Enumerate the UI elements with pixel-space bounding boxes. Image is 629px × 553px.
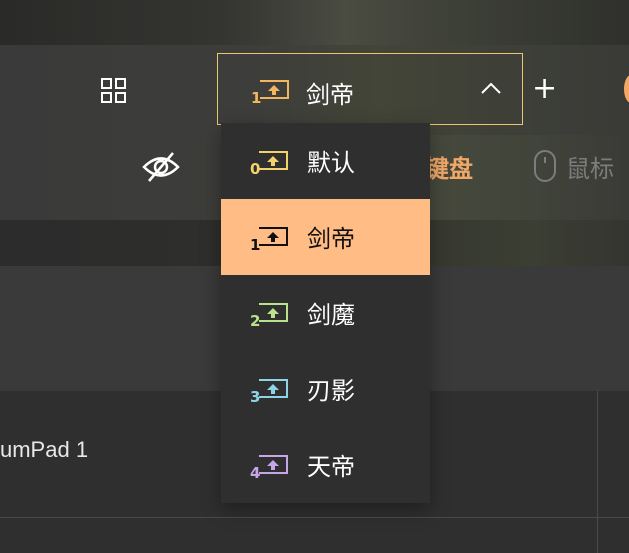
key-binding-label[interactable]: umPad 1 (0, 437, 88, 463)
profile-option[interactable]: 3 刃影 (221, 351, 430, 427)
profile-option-label: 默认 (307, 149, 355, 177)
grid-icon (101, 78, 126, 103)
profile-upload-icon: 4 (249, 451, 289, 485)
profile-upload-icon: 1 (250, 76, 290, 110)
profile-number: 1 (250, 236, 260, 253)
tab-mouse-label: 鼠标 (566, 155, 614, 183)
profile-selector[interactable]: 1 剑帝 (217, 53, 523, 125)
tab-keyboard[interactable]: 键盘 (425, 149, 473, 184)
profile-upload-icon: 3 (249, 375, 289, 409)
profile-number: 0 (250, 160, 260, 177)
tab-mouse[interactable]: 鼠标 (533, 149, 614, 183)
profile-option-label: 剑帝 (307, 225, 355, 253)
profile-upload-icon: 1 (249, 223, 289, 257)
grid-view-button[interactable] (99, 76, 129, 106)
profile-upload-icon: 0 (249, 147, 289, 181)
profile-option-label: 刃影 (307, 377, 355, 405)
profile-dropdown: 0 默认 1 剑帝 2 剑魔 3 刃影 4 天帝 (221, 123, 430, 503)
profile-option-label: 天帝 (307, 453, 355, 481)
profile-option-label: 剑魔 (307, 301, 355, 329)
profile-name: 剑帝 (306, 81, 354, 109)
profile-option[interactable]: 2 剑魔 (221, 275, 430, 351)
profile-number: 3 (250, 388, 260, 405)
profile-option[interactable]: 0 默认 (221, 123, 430, 199)
chevron-up-icon (480, 80, 502, 100)
add-profile-button[interactable]: + (532, 74, 557, 104)
row-divider (0, 517, 629, 518)
profile-option[interactable]: 4 天帝 (221, 427, 430, 503)
game-background (0, 0, 629, 45)
profile-number: 2 (250, 312, 260, 329)
profile-number: 4 (250, 464, 260, 481)
profile-upload-icon: 2 (249, 299, 289, 333)
column-divider (597, 391, 598, 553)
visibility-toggle-button[interactable] (141, 150, 181, 188)
profile-option[interactable]: 1 剑帝 (221, 199, 430, 275)
mouse-icon (534, 150, 556, 182)
eye-off-icon (142, 152, 180, 182)
profile-number: 1 (251, 89, 261, 106)
